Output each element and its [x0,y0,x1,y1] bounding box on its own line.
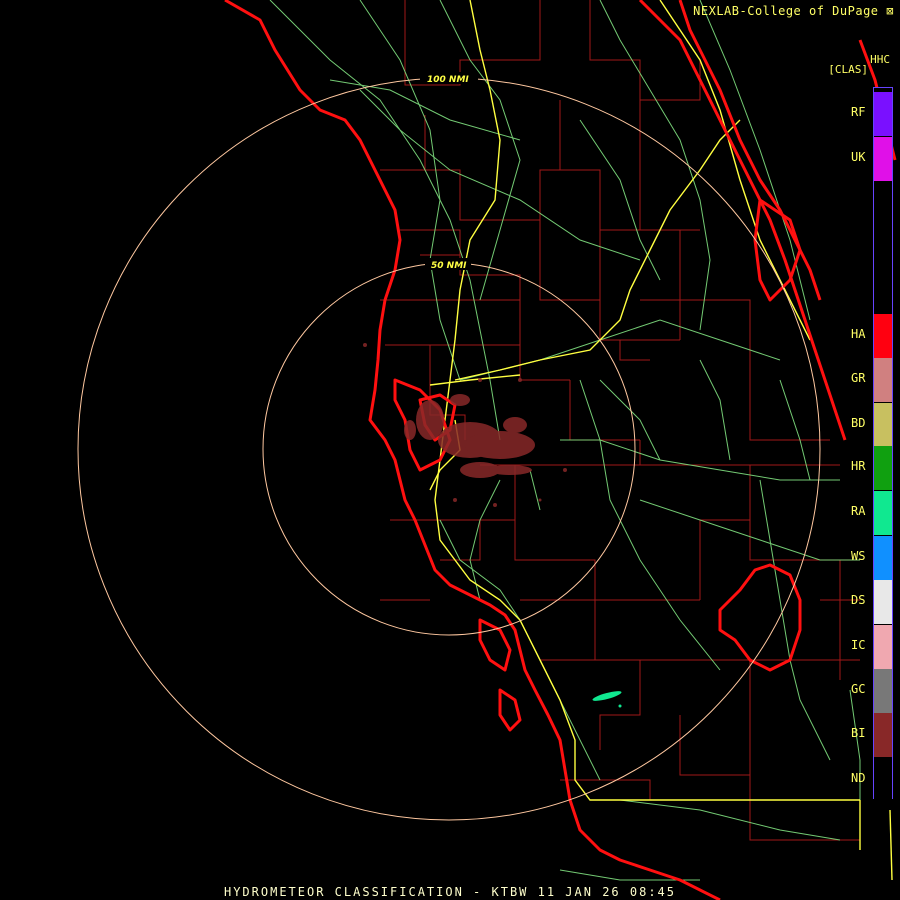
legend-label-hr: HR [851,459,866,473]
legend-swatch-uk [874,137,892,181]
legend-swatch-bd [874,403,892,447]
radar-echoes-bi [363,343,567,507]
corner-logo-icon: ⊠ [886,4,894,18]
credit-label: NEXLAB-College of DuPage ⊠ [693,4,894,18]
legend-swatch-gc [874,669,892,713]
legend-label-gc: GC [851,682,866,696]
legend-color-bar [873,87,893,802]
legend-label-ha: HA [851,327,866,341]
legend-swatch-bi [874,713,892,757]
range-label-100: 100 NMI [427,75,469,85]
legend-label-uk: UK [851,150,866,164]
legend-label-ws: WS [851,549,866,563]
legend-label-nd: ND [851,771,866,785]
legend-swatch-nd [874,758,892,802]
legend-swatch-ha [874,314,892,358]
legend-swatch-hr [874,446,892,490]
range-label-50: 50 NMI [431,261,467,271]
product-footer: HYDROMETEOR CLASSIFICATION - KTBW 11 JAN… [223,885,676,899]
radar-echoes-ra [592,691,622,708]
legend-subtitle: [CLAS] [828,63,868,76]
legend-label-bd: BD [851,416,866,430]
legend-title: HHC [870,53,890,66]
legend-swatch-rf [874,92,892,136]
legend-label-rf: RF [851,105,866,119]
legend-label-gr: GR [851,371,866,385]
legend-label-ra: RA [851,504,866,518]
legend-swatch-ws [874,536,892,580]
legend-swatch-ic [874,625,892,669]
legend-swatch-ds [874,580,892,624]
legend-swatch-ra [874,491,892,535]
legend-swatch-gr [874,358,892,402]
legend-label-ic: IC [851,638,866,652]
legend-label-ds: DS [851,593,866,607]
radar-map: 100 NMI 50 NMI [77,0,897,900]
legend-label-bi: BI [851,726,866,740]
